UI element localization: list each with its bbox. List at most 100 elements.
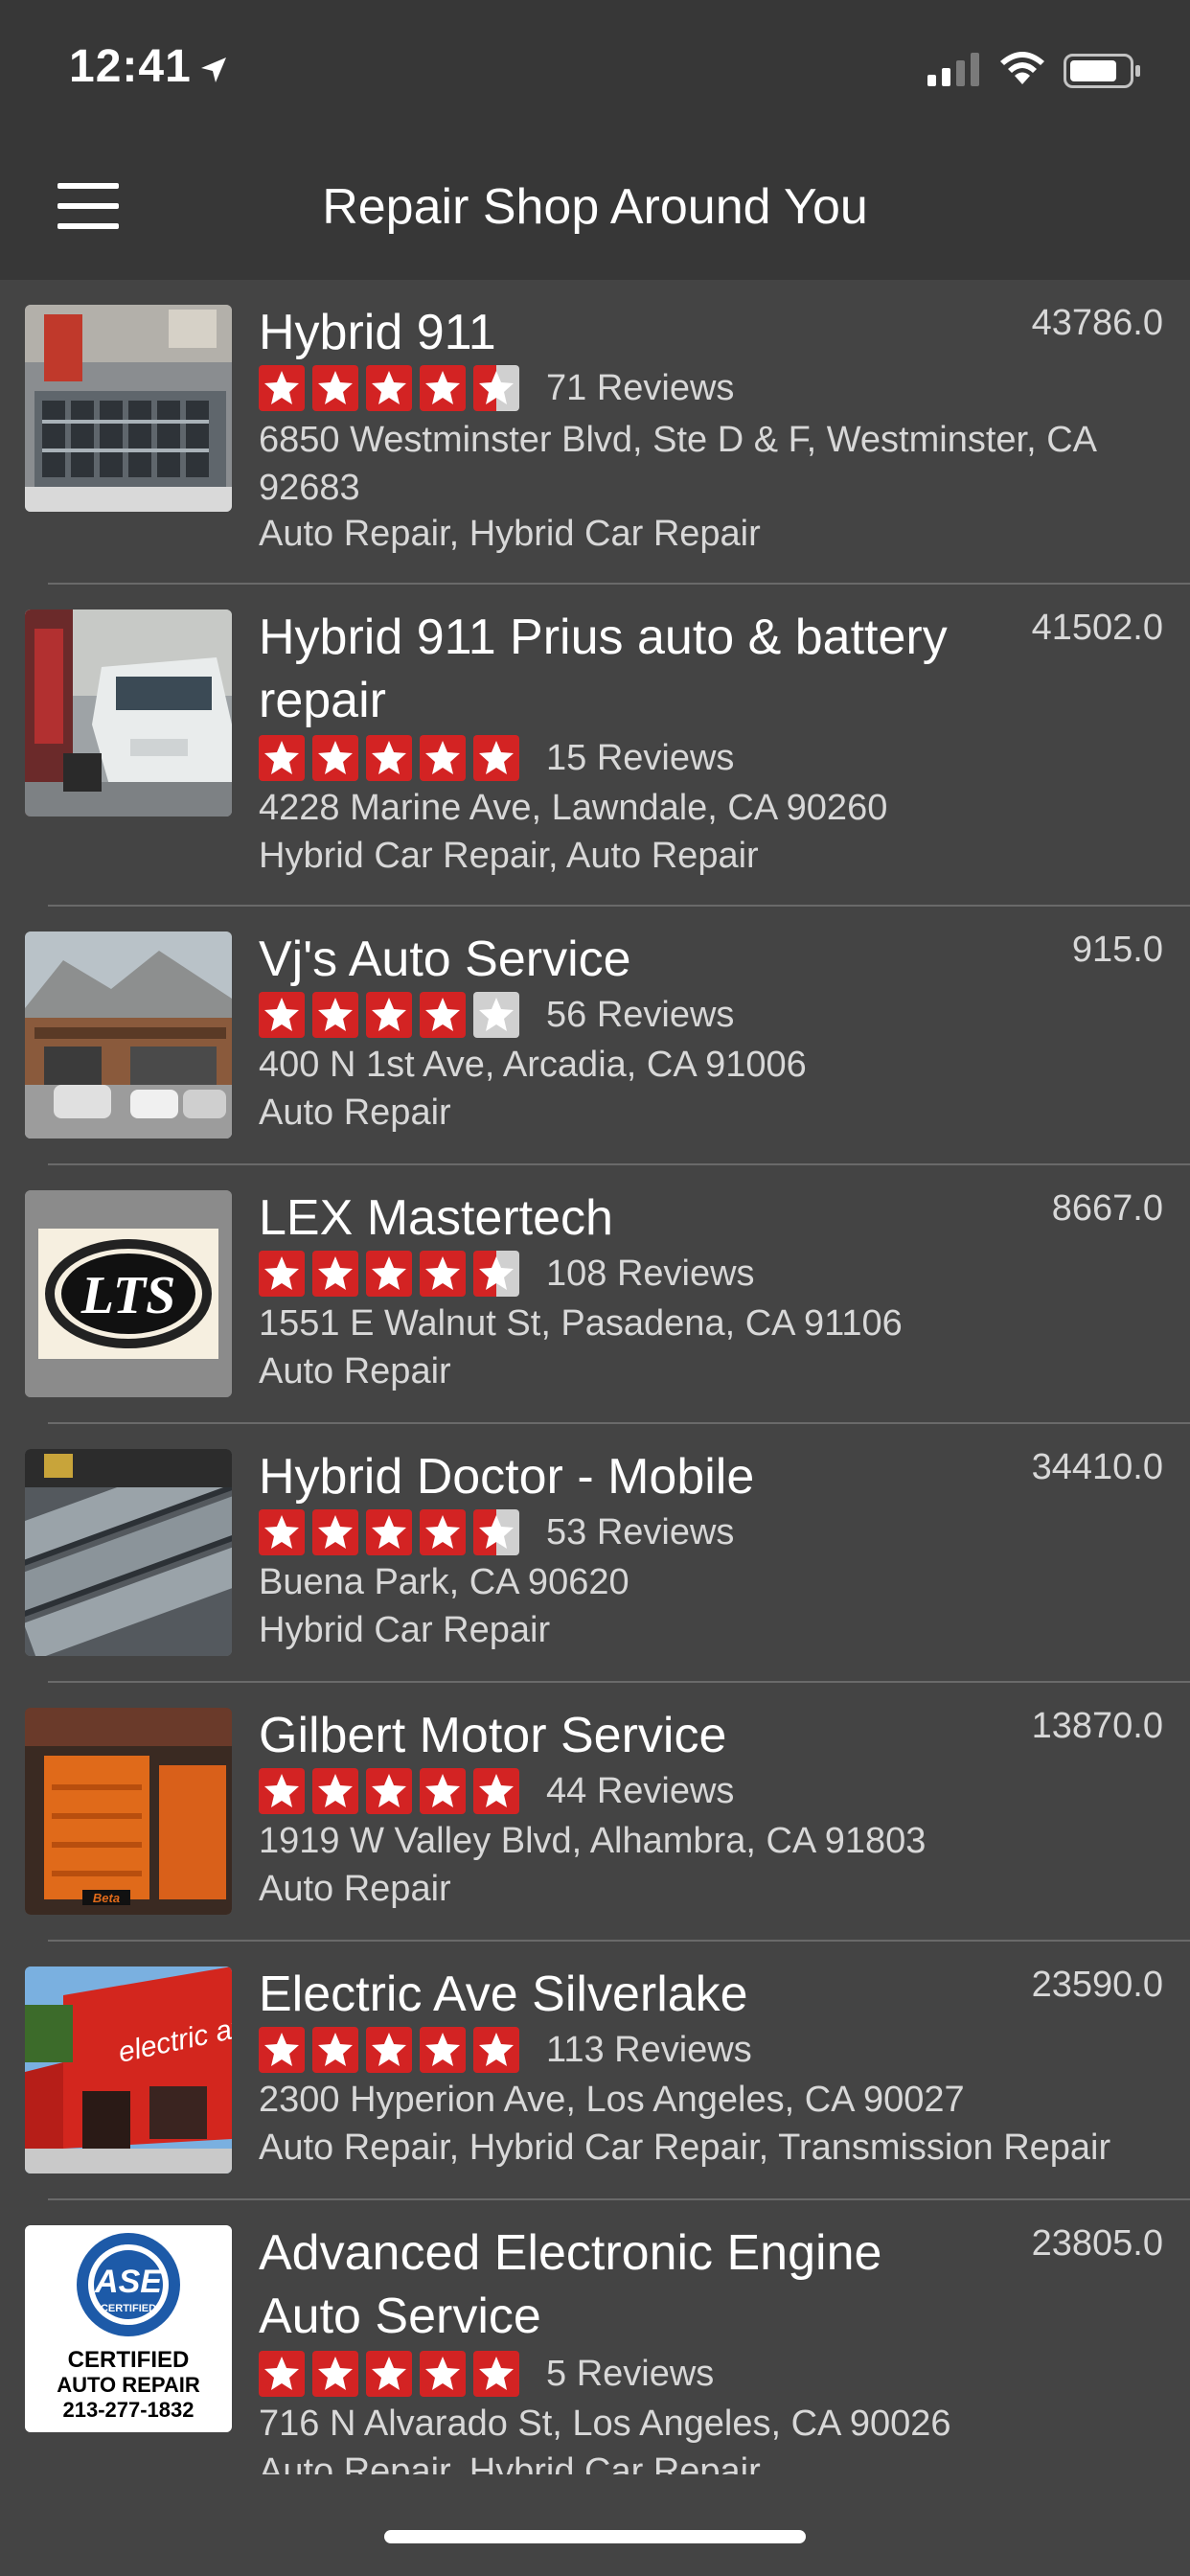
shop-name: Hybrid 911 Prius auto & battery repair — [259, 610, 948, 728]
cellular-signal-icon — [927, 53, 979, 86]
shop-distance: 23590.0 — [1031, 1965, 1163, 2005]
shop-photo: LTS — [25, 1190, 232, 1397]
shop-list-item[interactable]: Hybrid Doctor - Mobile 34410.0 53 Review… — [0, 1424, 1190, 1683]
star-icon — [259, 365, 305, 411]
star-icon — [312, 1509, 358, 1555]
star-icon — [312, 735, 358, 781]
page-title: Repair Shop Around You — [322, 179, 868, 235]
star-rating — [259, 1509, 527, 1555]
rating-row: 113 Reviews — [259, 2026, 752, 2074]
star-icon — [473, 1251, 519, 1297]
shop-name: Vj's Auto Service — [259, 932, 631, 987]
shop-categories: Hybrid Car Repair, Auto Repair — [259, 836, 759, 876]
shop-distance: 8667.0 — [1051, 1188, 1163, 1229]
shop-categories: Auto Repair, Hybrid Car Repair, Transmis… — [259, 2128, 1111, 2168]
shop-address: 1551 E Walnut St, Pasadena, CA 91106 — [259, 1303, 903, 1344]
shop-list-item[interactable]: Beta Gilbert Motor Service 13870.0 44 Re… — [0, 1683, 1190, 1942]
shop-categories: Hybrid Car Repair — [259, 1610, 551, 1650]
rating-row: 44 Reviews — [259, 1767, 734, 1815]
star-icon — [473, 2027, 519, 2073]
star-icon — [312, 2351, 358, 2397]
shop-name: Advanced Electronic Engine Auto Service — [259, 2225, 882, 2344]
review-count: 44 Reviews — [546, 1770, 735, 1811]
location-arrow-icon — [201, 58, 226, 82]
shop-categories: Auto Repair — [259, 1869, 451, 1909]
navigation-bar: Repair Shop Around You — [0, 134, 1190, 280]
shop-photo: ASE CERTIFIED CERTIFIED AUTO REPAIR 213-… — [25, 2225, 232, 2432]
svg-text:CERTIFIED: CERTIFIED — [101, 2303, 156, 2314]
rating-row: 5 Reviews — [259, 2350, 714, 2398]
star-icon — [366, 1251, 412, 1297]
shop-address: 2300 Hyperion Ave, Los Angeles, CA 90027 — [259, 2080, 965, 2120]
star-icon — [366, 992, 412, 1038]
shop-name: LEX Mastertech — [259, 1190, 613, 1246]
shop-list[interactable]: Hybrid 911 43786.0 71 Reviews 6850 Westm… — [0, 280, 1190, 2474]
rating-row: 53 Reviews — [259, 1508, 734, 1556]
svg-text:AUTO REPAIR: AUTO REPAIR — [57, 2373, 200, 2397]
shop-address: 4228 Marine Ave, Lawndale, CA 90260 — [259, 788, 888, 828]
shop-address: 1919 W Valley Blvd, Alhambra, CA 91803 — [259, 1821, 927, 1861]
star-icon — [420, 735, 466, 781]
lts-logo-text: LTS — [80, 1266, 176, 1325]
star-icon — [473, 735, 519, 781]
review-count: 15 Reviews — [546, 737, 735, 778]
star-icon — [259, 1251, 305, 1297]
star-icon — [420, 2351, 466, 2397]
shop-categories: Auto Repair, Hybrid Car Repair — [259, 2451, 761, 2474]
shop-name: Electric Ave Silverlake — [259, 1966, 748, 2022]
star-icon — [473, 2351, 519, 2397]
shop-list-item[interactable]: Hybrid 911 43786.0 71 Reviews 6850 Westm… — [0, 280, 1190, 585]
wifi-icon — [1000, 52, 1044, 84]
star-icon — [366, 1768, 412, 1814]
shop-distance: 13870.0 — [1031, 1706, 1163, 1746]
beta-logo-text: Beta — [93, 1891, 120, 1905]
star-icon — [420, 1251, 466, 1297]
review-count: 53 Reviews — [546, 1511, 735, 1552]
shop-photo: electric ave. — [25, 1966, 232, 2174]
shop-distance: 41502.0 — [1031, 608, 1163, 648]
shop-distance: 23805.0 — [1031, 2223, 1163, 2264]
star-icon — [312, 1251, 358, 1297]
svg-text:CERTIFIED: CERTIFIED — [68, 2347, 190, 2373]
shop-distance: 34410.0 — [1031, 1447, 1163, 1487]
shop-photo: Beta — [25, 1708, 232, 1915]
shop-list-item[interactable]: ASE CERTIFIED CERTIFIED AUTO REPAIR 213-… — [0, 2200, 1190, 2474]
shop-address: 400 N 1st Ave, Arcadia, CA 91006 — [259, 1045, 807, 1085]
star-rating — [259, 2351, 527, 2397]
star-icon — [366, 2027, 412, 2073]
star-icon — [259, 735, 305, 781]
star-icon — [366, 735, 412, 781]
star-rating — [259, 1251, 527, 1297]
shop-address: 716 N Alvarado St, Los Angeles, CA 90026 — [259, 2404, 951, 2444]
star-icon — [420, 365, 466, 411]
star-rating — [259, 2027, 527, 2073]
shop-categories: Auto Repair — [259, 1351, 451, 1392]
shop-list-item[interactable]: electric ave. Electric Ave Silverlake 23… — [0, 1942, 1190, 2200]
bottom-safe-area — [0, 2474, 1190, 2576]
star-icon — [259, 2027, 305, 2073]
shop-list-item[interactable]: Hybrid 911 Prius auto & battery repair 4… — [0, 585, 1190, 907]
shop-name: Hybrid 911 — [259, 305, 496, 360]
star-icon — [366, 2351, 412, 2397]
star-icon — [312, 992, 358, 1038]
star-icon — [312, 1768, 358, 1814]
review-count: 108 Reviews — [546, 1253, 755, 1294]
status-bar: 12:41 — [0, 0, 1190, 134]
rating-row: 56 Reviews — [259, 991, 734, 1039]
star-rating — [259, 992, 527, 1038]
shop-categories: Auto Repair, Hybrid Car Repair — [259, 514, 761, 554]
star-icon — [259, 992, 305, 1038]
star-rating — [259, 735, 527, 781]
star-rating — [259, 1768, 527, 1814]
review-count: 113 Reviews — [546, 2029, 752, 2070]
star-icon — [366, 365, 412, 411]
shop-list-item[interactable]: LTS LEX Mastertech 8667.0 108 Reviews 15… — [0, 1165, 1190, 1424]
rating-row: 108 Reviews — [259, 1250, 755, 1298]
review-count: 56 Reviews — [546, 994, 735, 1035]
shop-photo — [25, 1449, 232, 1656]
star-icon — [312, 2027, 358, 2073]
home-indicator[interactable] — [384, 2530, 806, 2543]
star-icon — [420, 992, 466, 1038]
shop-list-item[interactable]: Vj's Auto Service 915.0 56 Reviews 400 N… — [0, 907, 1190, 1165]
shop-name: Hybrid Doctor - Mobile — [259, 1449, 755, 1505]
